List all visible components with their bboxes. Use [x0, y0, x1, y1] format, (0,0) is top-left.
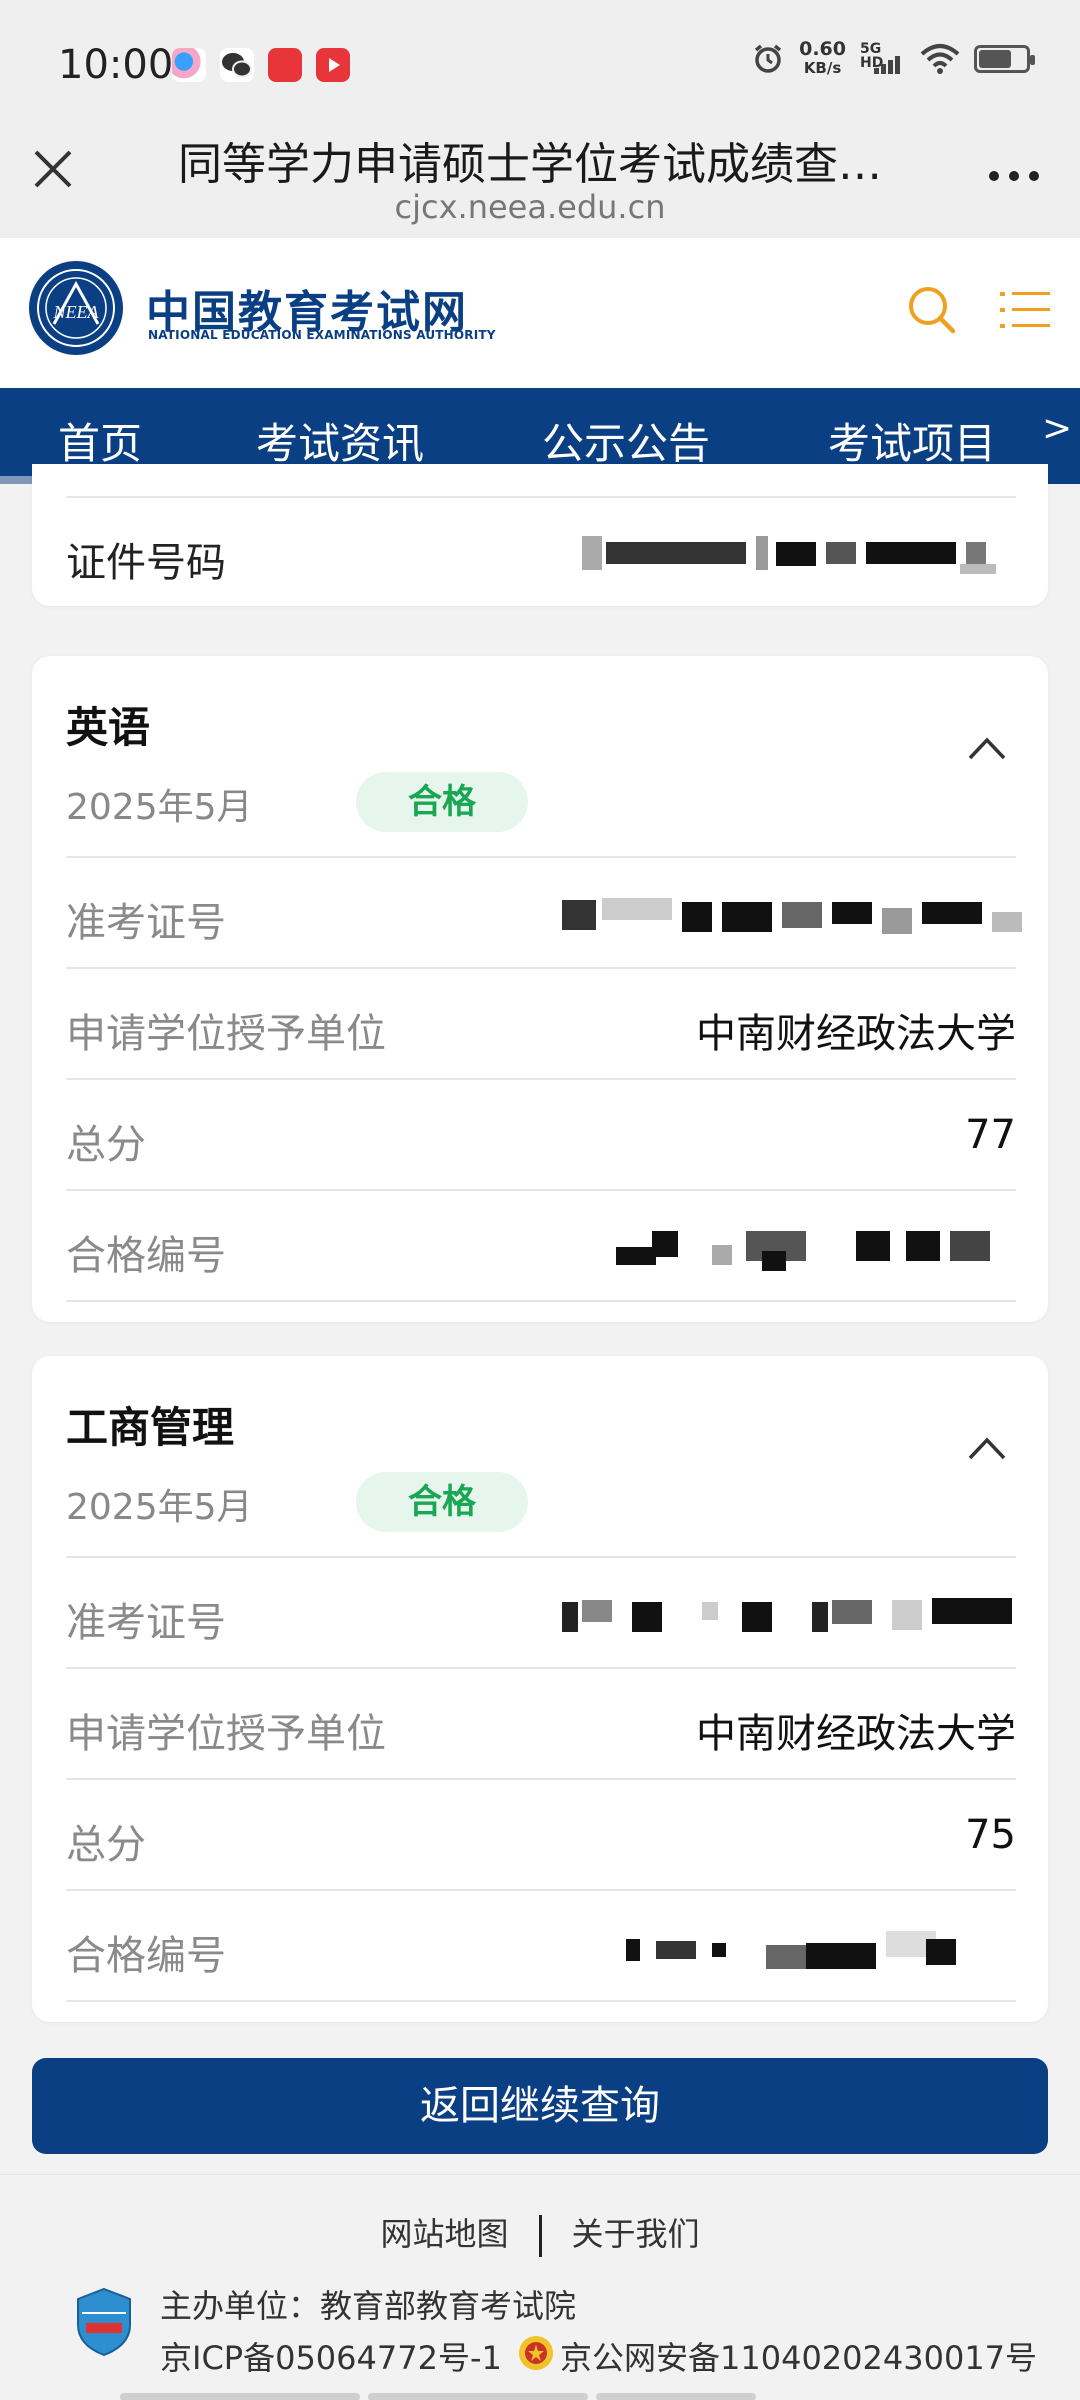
host-organization: 主办单位：教育部教育考试院: [160, 2287, 577, 2325]
chevron-up-icon[interactable]: [966, 734, 1008, 762]
footer-divider: [538, 2215, 542, 2257]
row-degree-granting-unit: 申请学位授予单位 中南财经政法大学: [66, 1667, 1016, 1778]
page-title: 同等学力申请硕士学位考试成绩查…: [178, 139, 882, 190]
video-app-icon: [316, 48, 350, 82]
search-icon[interactable]: [906, 284, 958, 336]
status-badge: 合格: [356, 1472, 528, 1532]
result-card-english: 英语 2025年5月 合格 准考证号 申请学位授予单位 中南财经政法大学 总分 …: [32, 656, 1048, 1322]
row-admission-number: 准考证号: [66, 856, 1022, 967]
id-card: 证件号码: [32, 464, 1048, 606]
results-content: 证件号码 英语 2025年5月 合格 准考证号 申请学位授予单位 中南财经政法大…: [0, 464, 1080, 2174]
row-label: 申请学位授予单位: [66, 1711, 386, 1757]
site-header: NEEA 中国教育考试网 NATIONAL EDUCATION EXAMINAT…: [0, 238, 1080, 388]
footer-links: 网站地图 关于我们: [0, 2209, 1080, 2257]
row-value: 中南财经政法大学: [696, 1711, 1016, 1757]
row-qualification-number: 合格编号: [66, 1889, 1016, 2000]
result-card-business-admin: 工商管理 2025年5月 合格 准考证号 申请学位授予单位 中南财经政法大学 总…: [32, 1356, 1048, 2022]
row-qualification-number: 合格编号: [66, 1189, 1016, 1300]
qualification-number-redacted: [616, 1221, 1016, 1275]
neea-emblem-icon[interactable]: NEEA: [26, 258, 126, 358]
subject-title: 工商管理: [66, 1403, 235, 1452]
status-time: 10:00: [58, 42, 174, 88]
more-options-icon[interactable]: [984, 166, 1044, 186]
subject-title: 英语: [66, 703, 151, 752]
row-degree-granting-unit: 申请学位授予单位 中南财经政法大学: [66, 967, 1016, 1078]
police-badge-icon: [519, 2336, 553, 2370]
app-notification-icon: [172, 48, 206, 82]
signal-icon: 5G HD: [860, 42, 906, 76]
row-label: 合格编号: [66, 1933, 226, 1979]
wechat-icon: [220, 48, 254, 82]
id-number-label: 证件号码: [66, 540, 226, 586]
nav-item-announcements[interactable]: 公示公告: [542, 410, 710, 471]
icp-record[interactable]: 京ICP备05064772号-1: [160, 2333, 502, 2379]
site-name-en: NATIONAL EDUCATION EXAMINATIONS AUTHORIT…: [148, 328, 496, 342]
about-us-link[interactable]: 关于我们: [572, 2215, 700, 2253]
back-to-query-button[interactable]: 返回继续查询: [32, 2058, 1048, 2154]
exam-date: 2025年5月: [66, 1487, 253, 1528]
close-icon[interactable]: [28, 144, 78, 194]
row-value: 中南财经政法大学: [696, 1011, 1016, 1057]
svg-text:NEEA: NEEA: [53, 302, 100, 322]
row-value: 77: [965, 1112, 1016, 1158]
alarm-icon: [755, 44, 782, 73]
browser-tab-strip: [120, 2393, 756, 2400]
status-badge: 合格: [356, 772, 528, 832]
row-label: 合格编号: [66, 1233, 226, 1279]
admission-number-redacted: [562, 888, 1032, 942]
admission-number-redacted: [562, 1588, 1032, 1642]
id-number-redacted: [576, 528, 1016, 582]
nav-item-home[interactable]: 首页: [58, 410, 142, 471]
notification-icons: [172, 48, 350, 82]
net-speed: 0.60 KB/s: [799, 38, 846, 78]
row-total-score: 总分 75: [66, 1778, 1016, 1889]
row-label: 总分: [66, 1822, 146, 1868]
site-footer: 网站地图 关于我们 主办单位：教育部教育考试院 京ICP备05064772号-1 …: [0, 2174, 1080, 2400]
page-url: cjcx.neea.edu.cn: [394, 188, 666, 226]
police-record[interactable]: 京公网安备11040202430017号: [560, 2333, 1037, 2379]
row-label: 准考证号: [66, 900, 226, 946]
chevron-up-icon[interactable]: [966, 1434, 1008, 1462]
row-label: 总分: [66, 1122, 146, 1168]
news-app-icon: [268, 48, 302, 82]
row-label: 准考证号: [66, 1600, 226, 1646]
row-admission-number: 准考证号: [66, 1556, 1016, 1667]
exam-date: 2025年5月: [66, 787, 253, 828]
browser-title-bar: 同等学力申请硕士学位考试成绩查… cjcx.neea.edu.cn: [0, 110, 1080, 238]
battery-icon: [974, 45, 1035, 73]
wifi-icon: [920, 44, 960, 74]
nav-item-exam-news[interactable]: 考试资讯: [256, 410, 424, 471]
sitemap-link[interactable]: 网站地图: [380, 2215, 508, 2253]
qualification-number-redacted: [616, 1921, 1016, 1975]
row-label: 申请学位授予单位: [66, 1011, 386, 1057]
status-right: 0.60 KB/s 5G HD: [751, 38, 1035, 78]
row-total-score: 总分 77: [66, 1078, 1016, 1189]
menu-icon[interactable]: [1000, 288, 1050, 332]
nav-more-arrow[interactable]: >: [1042, 408, 1072, 449]
row-value: 75: [965, 1812, 1016, 1858]
government-badge-icon[interactable]: [74, 2287, 134, 2357]
nav-item-exam-projects[interactable]: 考试项目: [828, 410, 996, 471]
